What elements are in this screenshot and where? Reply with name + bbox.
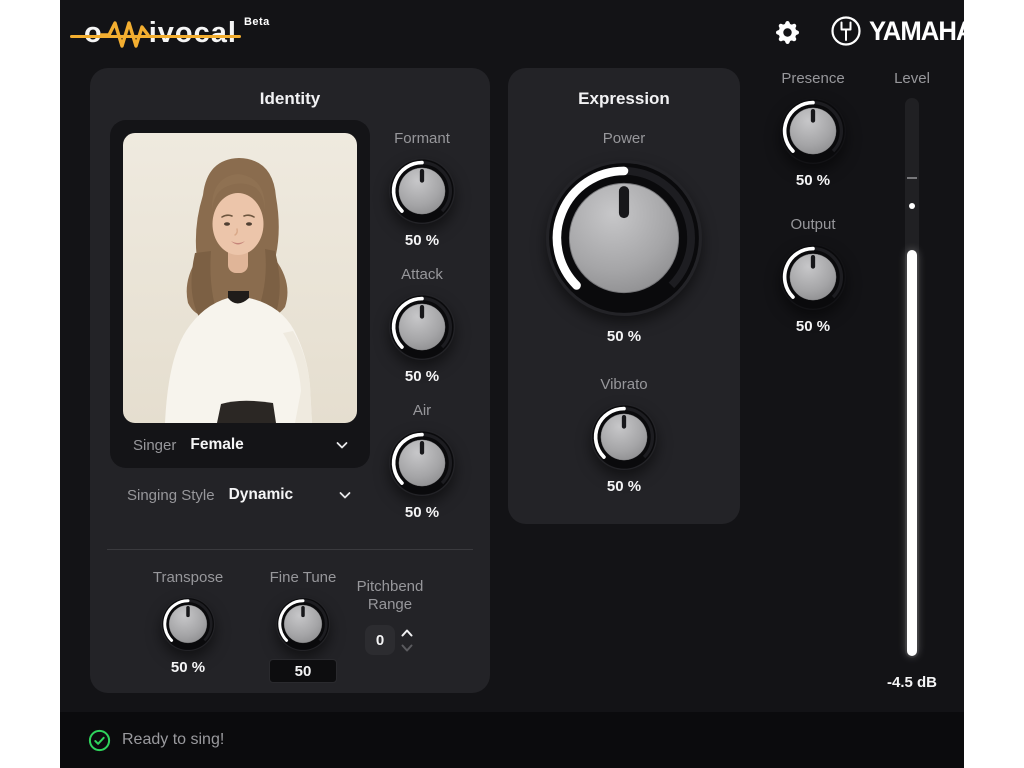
presence-control: Presence 50 %	[758, 70, 868, 189]
power-label: Power	[508, 130, 740, 148]
singing-style-label: Singing Style	[127, 487, 215, 504]
gear-icon	[776, 21, 799, 44]
level-meter-peak-dot	[909, 203, 915, 209]
presence-label: Presence	[758, 70, 868, 88]
expression-panel-title: Expression	[508, 89, 740, 109]
pitchbend-decrement-button[interactable]	[399, 640, 415, 655]
pitchbend-value-box[interactable]: 0	[365, 625, 395, 655]
expression-panel: Expression Power 50 % Vibrato 50 %	[508, 68, 740, 524]
settings-button[interactable]	[772, 17, 802, 47]
singer-photo	[123, 133, 357, 423]
power-control: Power 50 %	[508, 130, 740, 345]
air-value: 50 %	[367, 504, 477, 521]
formant-value: 50 %	[367, 232, 477, 249]
screen: o ivocal Beta	[0, 0, 1024, 768]
singer-select[interactable]: Singer Female	[133, 430, 350, 460]
formant-knob[interactable]	[389, 158, 455, 224]
pitchbend-label-line1: Pitchbend	[342, 578, 438, 596]
level-meter-tick	[907, 177, 917, 179]
transpose-label: Transpose	[133, 569, 243, 587]
singing-style-select[interactable]: Singing Style Dynamic	[127, 480, 353, 510]
vibrato-label: Vibrato	[508, 376, 740, 394]
output-value: 50 %	[758, 318, 868, 335]
output-label: Output	[758, 216, 868, 234]
status-message: Ready to sing!	[122, 731, 224, 749]
formant-control: Formant 50 %	[367, 130, 477, 249]
logo-strikethrough-line	[70, 35, 241, 38]
chevron-down-icon	[334, 437, 350, 453]
power-knob[interactable]	[546, 160, 702, 316]
singing-style-value: Dynamic	[229, 486, 294, 504]
yamaha-tuning-fork-icon	[830, 15, 862, 47]
pitchbend-increment-button[interactable]	[399, 625, 415, 640]
identity-panel: Identity	[90, 68, 490, 693]
formant-label: Formant	[367, 130, 477, 148]
level-meter-fill	[907, 250, 917, 656]
attack-label: Attack	[367, 266, 477, 284]
pitchbend-label-line2: Range	[342, 596, 438, 614]
level-meter	[905, 98, 919, 658]
level-meter-reading: -4.5 dB	[862, 674, 962, 691]
pitchbend-range-control: Pitchbend Range 0	[342, 578, 438, 655]
chevron-up-icon	[399, 626, 415, 640]
plugin-window: o ivocal Beta	[60, 0, 964, 768]
chevron-down-icon	[337, 487, 353, 503]
transpose-value: 50 %	[133, 659, 243, 676]
singer-photo-card: Singer Female	[110, 120, 370, 468]
presence-knob[interactable]	[780, 98, 846, 164]
yamaha-wordmark: YAMAHA	[869, 16, 974, 47]
identity-panel-title: Identity	[90, 89, 490, 109]
singer-portrait-image	[123, 133, 357, 423]
chevron-down-icon	[399, 641, 415, 655]
output-knob[interactable]	[780, 244, 846, 310]
transpose-knob[interactable]	[161, 597, 215, 651]
status-bar: Ready to sing!	[60, 712, 964, 768]
app-logo-wordmark: o ivocal	[84, 17, 237, 50]
app-logo: o ivocal Beta	[84, 14, 270, 52]
level-meter-label: Level	[862, 70, 962, 87]
fine-tune-knob[interactable]	[276, 597, 330, 651]
vibrato-value: 50 %	[508, 478, 740, 495]
singer-select-label: Singer	[133, 437, 176, 454]
presence-value: 50 %	[758, 172, 868, 189]
vibrato-knob[interactable]	[591, 404, 657, 470]
air-control: Air 50 %	[367, 402, 477, 521]
attack-control: Attack 50 %	[367, 266, 477, 385]
attack-knob[interactable]	[389, 294, 455, 360]
logo-text: ivocal	[149, 17, 237, 50]
vibrato-control: Vibrato 50 %	[508, 376, 740, 495]
air-label: Air	[367, 402, 477, 420]
air-knob[interactable]	[389, 430, 455, 496]
beta-badge: Beta	[244, 16, 270, 28]
power-value: 50 %	[508, 328, 740, 345]
fine-tune-input[interactable]	[269, 659, 337, 683]
singer-select-value: Female	[190, 436, 243, 454]
output-control: Output 50 %	[758, 216, 868, 335]
attack-value: 50 %	[367, 368, 477, 385]
check-circle-icon	[88, 729, 111, 752]
identity-divider	[107, 549, 473, 550]
transpose-control: Transpose 50 %	[133, 569, 243, 676]
yamaha-logo: YAMAHA	[830, 13, 979, 49]
